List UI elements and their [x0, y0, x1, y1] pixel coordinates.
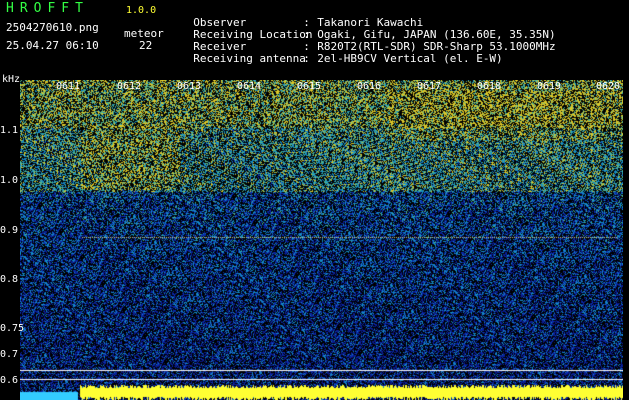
datetime-label: 25.04.27 06:10: [6, 39, 99, 52]
x-tick: 0614: [237, 81, 262, 92]
x-tick: 0617: [417, 81, 442, 92]
info-value: 2el-HB9CV Vertical (el. E-W): [317, 52, 503, 65]
x-tick: 0616: [357, 81, 382, 92]
spectrogram: [20, 80, 623, 400]
filename-label: 2504270610.png: [6, 21, 99, 34]
x-tick: 0613: [177, 81, 202, 92]
y-tick: 0.7: [0, 349, 19, 360]
y-tick: 1.0: [0, 175, 19, 186]
x-tick: 0620: [596, 81, 621, 92]
x-tick: 0618: [477, 81, 502, 92]
info-label: Receiving antenna: [193, 52, 306, 65]
y-tick: 0.75: [0, 323, 25, 334]
x-tick: 0615: [297, 81, 322, 92]
y-tick: 0.6: [0, 375, 19, 386]
y-axis-unit: kHz: [2, 74, 21, 85]
version-label: 1.0.0: [126, 5, 157, 16]
x-tick: 0612: [117, 81, 142, 92]
y-tick: 0.9: [0, 225, 19, 236]
x-tick: 0611: [56, 81, 81, 92]
info-row-antenna: Receiving antenna: 2el-HB9CV Vertical (el…: [193, 52, 503, 65]
app-title: HROFFT: [6, 1, 89, 16]
y-tick: 1.1: [0, 125, 19, 136]
meteor-count: 22: [139, 39, 153, 52]
y-tick: 0.8: [0, 274, 19, 285]
x-tick: 0619: [537, 81, 562, 92]
